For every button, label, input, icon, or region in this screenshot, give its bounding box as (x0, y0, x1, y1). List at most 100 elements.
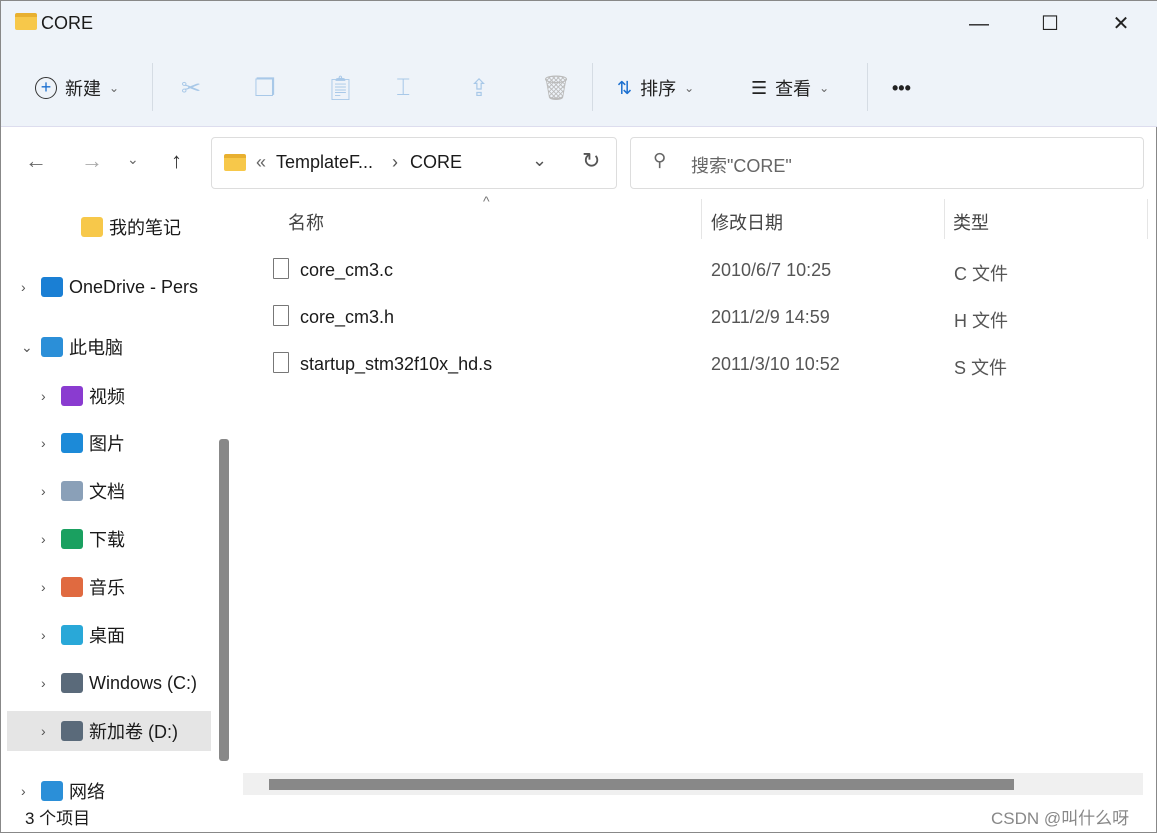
divider[interactable] (944, 199, 945, 239)
item-count: 3 个项目 (25, 809, 91, 828)
column-header-type[interactable]: 类型 (953, 209, 989, 235)
forward-button[interactable]: → (81, 148, 103, 174)
chevron-icon[interactable]: ⌄ (21, 339, 41, 356)
list-icon: ☰ (751, 77, 768, 98)
chevron-icon[interactable]: › (41, 435, 61, 451)
file-type: S 文件 (954, 358, 1008, 378)
search-input[interactable]: 搜索"CORE" (691, 152, 792, 178)
sidebar-item-label: 桌面 (89, 626, 125, 646)
folder-icon (15, 13, 37, 30)
sidebar-icon (61, 529, 83, 549)
up-button[interactable]: ↑ (171, 148, 182, 174)
sort-label: 排序 (640, 79, 677, 99)
overflow-icon[interactable]: « (256, 152, 266, 173)
sidebar-item[interactable]: › OneDrive - Pers (1, 267, 213, 307)
scrollbar-thumb[interactable] (269, 779, 1014, 790)
view-button[interactable]: ☰ 查看 ⌄ (751, 73, 829, 103)
sidebar-icon (61, 673, 83, 693)
back-button[interactable]: ← (25, 148, 47, 174)
chevron-icon[interactable]: › (21, 783, 41, 799)
sidebar-icon (41, 337, 63, 357)
watermark: CSDN @叫什么呀 (991, 809, 1130, 828)
sidebar-item[interactable]: › 图片 (1, 423, 213, 463)
sidebar-item[interactable]: › 桌面 (1, 615, 213, 655)
chevron-down-icon: ⌄ (684, 81, 695, 95)
minimize-button[interactable]: — (956, 7, 1002, 41)
plus-circle-icon: + (35, 77, 57, 99)
chevron-icon[interactable]: › (41, 531, 61, 547)
file-modified: 2011/2/9 14:59 (711, 307, 830, 327)
chevron-icon[interactable]: › (41, 388, 61, 404)
sidebar-icon (41, 781, 63, 801)
more-options-icon[interactable]: ••• (892, 73, 911, 103)
column-header-modified[interactable]: 修改日期 (711, 209, 783, 235)
chevron-icon[interactable]: › (41, 627, 61, 643)
chevron-down-icon[interactable]: ⌄ (532, 150, 547, 171)
cut-icon[interactable]: ✂ (181, 73, 201, 103)
divider[interactable] (1147, 199, 1148, 239)
sidebar-item[interactable]: ⌄ 此电脑 (1, 327, 213, 367)
file-row[interactable]: core_cm3.h 2011/2/9 14:59 H 文件 (271, 297, 1151, 337)
sidebar-icon (61, 721, 83, 741)
new-button[interactable]: + 新建 ⌄ (35, 73, 119, 103)
search-box[interactable]: ⚲ 搜索"CORE" (630, 137, 1144, 189)
sort-button[interactable]: ⇅ 排序 ⌄ (617, 73, 694, 103)
file-type: H 文件 (954, 311, 1008, 331)
address-bar[interactable]: « TemplateF... › CORE ⌄ ↻ (211, 137, 617, 189)
divider (592, 63, 593, 111)
sort-ascending-icon: ^ (483, 193, 490, 209)
chevron-icon[interactable]: › (21, 279, 41, 295)
sidebar-icon (41, 277, 63, 297)
chevron-icon[interactable]: › (41, 675, 61, 691)
chevron-down-icon: ⌄ (819, 81, 830, 95)
sidebar-icon (61, 577, 83, 597)
file-row[interactable]: startup_stm32f10x_hd.s 2011/3/10 10:52 S… (271, 344, 1151, 384)
sidebar-item-label: 文档 (89, 482, 125, 502)
share-icon[interactable]: ⇪ (469, 73, 489, 103)
sidebar-item[interactable]: › Windows (C:) (1, 663, 213, 703)
recent-locations-button[interactable]: ⌄ (127, 151, 139, 168)
delete-icon[interactable]: 🗑︎ (541, 73, 571, 103)
sidebar-item-label: 下载 (89, 530, 125, 550)
paste-icon[interactable]: 📋︎ (325, 73, 355, 103)
divider (867, 63, 868, 111)
chevron-down-icon: ⌄ (109, 81, 120, 95)
sidebar-item-label: OneDrive - Pers (69, 276, 199, 297)
sidebar-item[interactable]: › 下载 (1, 519, 213, 559)
file-row[interactable]: core_cm3.c 2010/6/7 10:25 C 文件 (271, 250, 1151, 290)
file-icon (273, 352, 289, 373)
sidebar-item[interactable]: › 文档 (1, 471, 213, 511)
sidebar-icon (61, 481, 83, 501)
divider[interactable] (701, 199, 702, 239)
title-bar: CORE — ☐ ✕ (1, 1, 1157, 47)
chevron-right-icon: › (392, 152, 398, 172)
sidebar-item[interactable]: 我的笔记 (1, 207, 213, 247)
sidebar-icon (61, 625, 83, 645)
breadcrumb-templatef[interactable]: TemplateF... (276, 152, 373, 173)
chevron-icon[interactable]: › (41, 483, 61, 499)
sidebar-item-label: 我的笔记 (109, 218, 181, 238)
breadcrumb-core[interactable]: CORE (410, 152, 462, 173)
file-name: core_cm3.h (300, 307, 395, 327)
chevron-icon[interactable]: › (41, 579, 61, 595)
sidebar-item[interactable]: › 视频 (1, 376, 213, 416)
window-title: CORE (41, 13, 94, 33)
sidebar-scrollbar[interactable] (219, 439, 229, 761)
sidebar-item[interactable]: › 音乐 (1, 567, 213, 607)
sidebar-item-label: 图片 (89, 434, 125, 454)
refresh-icon[interactable]: ↻ (582, 148, 600, 174)
sidebar-item-label: 网络 (69, 782, 105, 802)
sidebar-item-label: Windows (C:) (89, 672, 198, 693)
sidebar-icon (81, 217, 103, 237)
column-header-name[interactable]: 名称 (288, 209, 324, 235)
sidebar-icon (61, 433, 83, 453)
close-button[interactable]: ✕ (1098, 7, 1144, 41)
copy-icon[interactable]: ❐ (254, 73, 276, 103)
file-icon (273, 258, 289, 279)
chevron-icon[interactable]: › (41, 723, 61, 739)
rename-icon[interactable]: ⌶ (396, 73, 410, 103)
file-name: startup_stm32f10x_hd.s (300, 354, 493, 374)
maximize-button[interactable]: ☐ (1027, 7, 1073, 41)
command-bar: + 新建 ⌄ ✂ ❐ 📋︎ ⌶ ⇪ 🗑︎ ⇅ 排序 ⌄ ☰ 查看 ⌄ ••• (1, 47, 1157, 127)
sidebar-item[interactable]: › 新加卷 (D:) (7, 711, 211, 751)
